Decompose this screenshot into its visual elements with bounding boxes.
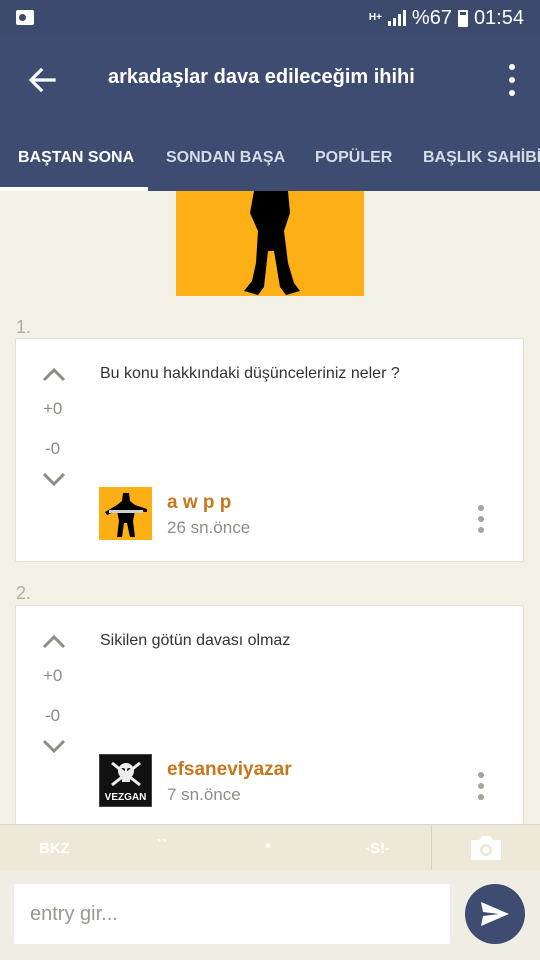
entry-text: Sikilen götün davası olmaz xyxy=(100,632,291,649)
skull-icon xyxy=(111,761,141,787)
entry-feed[interactable]: 1. +0 -0 Bu konu hakkındaki düşüncelerin… xyxy=(0,191,540,824)
signal-icon xyxy=(387,10,406,26)
avatar[interactable]: VEZGAN xyxy=(99,754,152,807)
network-type: H+ xyxy=(368,12,382,23)
spoiler-button[interactable]: -S!- xyxy=(365,840,390,857)
composer xyxy=(0,870,540,960)
tab-baslik-sahibi[interactable]: BAŞLIK SAHİBİ xyxy=(423,132,540,188)
status-bar: H+ %67 01:54 xyxy=(0,0,540,36)
sim-card-icon xyxy=(16,10,34,25)
upvote-count: +0 xyxy=(43,399,63,418)
entry-number: 1. xyxy=(16,317,32,337)
downvote-count: -0 xyxy=(45,706,61,725)
upvote-icon[interactable] xyxy=(41,632,67,650)
page-title: arkadaşlar dava edileceğim ihihi xyxy=(108,66,415,88)
entry-time: 7 sn.önce xyxy=(167,785,241,804)
asterisk-button[interactable]: * xyxy=(265,840,271,857)
status-right: H+ %67 01:54 xyxy=(369,6,524,30)
clock: 01:54 xyxy=(473,6,524,29)
downvote-count: -0 xyxy=(45,439,61,458)
downvote-icon[interactable] xyxy=(41,738,67,756)
upvote-icon[interactable] xyxy=(41,365,67,383)
backtick-button[interactable]: `` xyxy=(157,837,167,854)
entry-card: +0 -0 Sikilen götün davası olmaz VEZGAN … xyxy=(15,605,524,824)
send-button[interactable] xyxy=(465,884,525,944)
app-bar: arkadaşlar dava edileceğim ihihi BAŞTAN … xyxy=(0,36,540,191)
entry-time: 26 sn.önce xyxy=(167,518,251,537)
topic-image xyxy=(176,191,364,296)
format-toolbar: BKZ `` * -S!- xyxy=(0,824,540,871)
avatar[interactable] xyxy=(99,487,152,540)
entry-menu-button[interactable] xyxy=(477,772,485,800)
author-name[interactable]: efsaneviyazar xyxy=(167,759,292,781)
entry-card: +0 -0 Bu konu hakkındaki düşünceleriniz … xyxy=(15,338,524,562)
downvote-icon[interactable] xyxy=(41,471,67,489)
toolbar-divider xyxy=(431,825,432,871)
entry-menu-button[interactable] xyxy=(477,505,485,533)
back-button[interactable] xyxy=(24,62,60,98)
tab-bar: BAŞTAN SONA SONDAN BAŞA POPÜLER BAŞLIK S… xyxy=(0,132,540,191)
entry-text: Bu konu hakkındaki düşünceleriniz neler … xyxy=(100,365,400,382)
bkz-button[interactable]: BKZ xyxy=(39,840,70,857)
entry-number: 2. xyxy=(16,583,32,603)
soldier-silhouette-icon xyxy=(244,191,300,295)
battery-percent: %67 xyxy=(411,6,452,29)
author-name[interactable]: a w p p xyxy=(167,492,231,514)
overflow-menu-button[interactable] xyxy=(506,64,518,96)
avatar-label: VEZGAN xyxy=(104,792,147,803)
arrow-left-icon xyxy=(28,67,56,93)
more-vert-icon xyxy=(509,64,515,70)
camera-icon[interactable] xyxy=(469,834,503,862)
send-icon xyxy=(481,902,509,926)
tab-populer[interactable]: POPÜLER xyxy=(315,132,392,188)
entry-input[interactable] xyxy=(14,884,450,944)
tab-sondan-basa[interactable]: SONDAN BAŞA xyxy=(166,132,285,188)
upvote-count: +0 xyxy=(43,666,63,685)
tab-bastan-sona[interactable]: BAŞTAN SONA xyxy=(18,132,134,188)
soldier-avatar-icon xyxy=(105,493,147,537)
battery-icon xyxy=(457,9,468,27)
